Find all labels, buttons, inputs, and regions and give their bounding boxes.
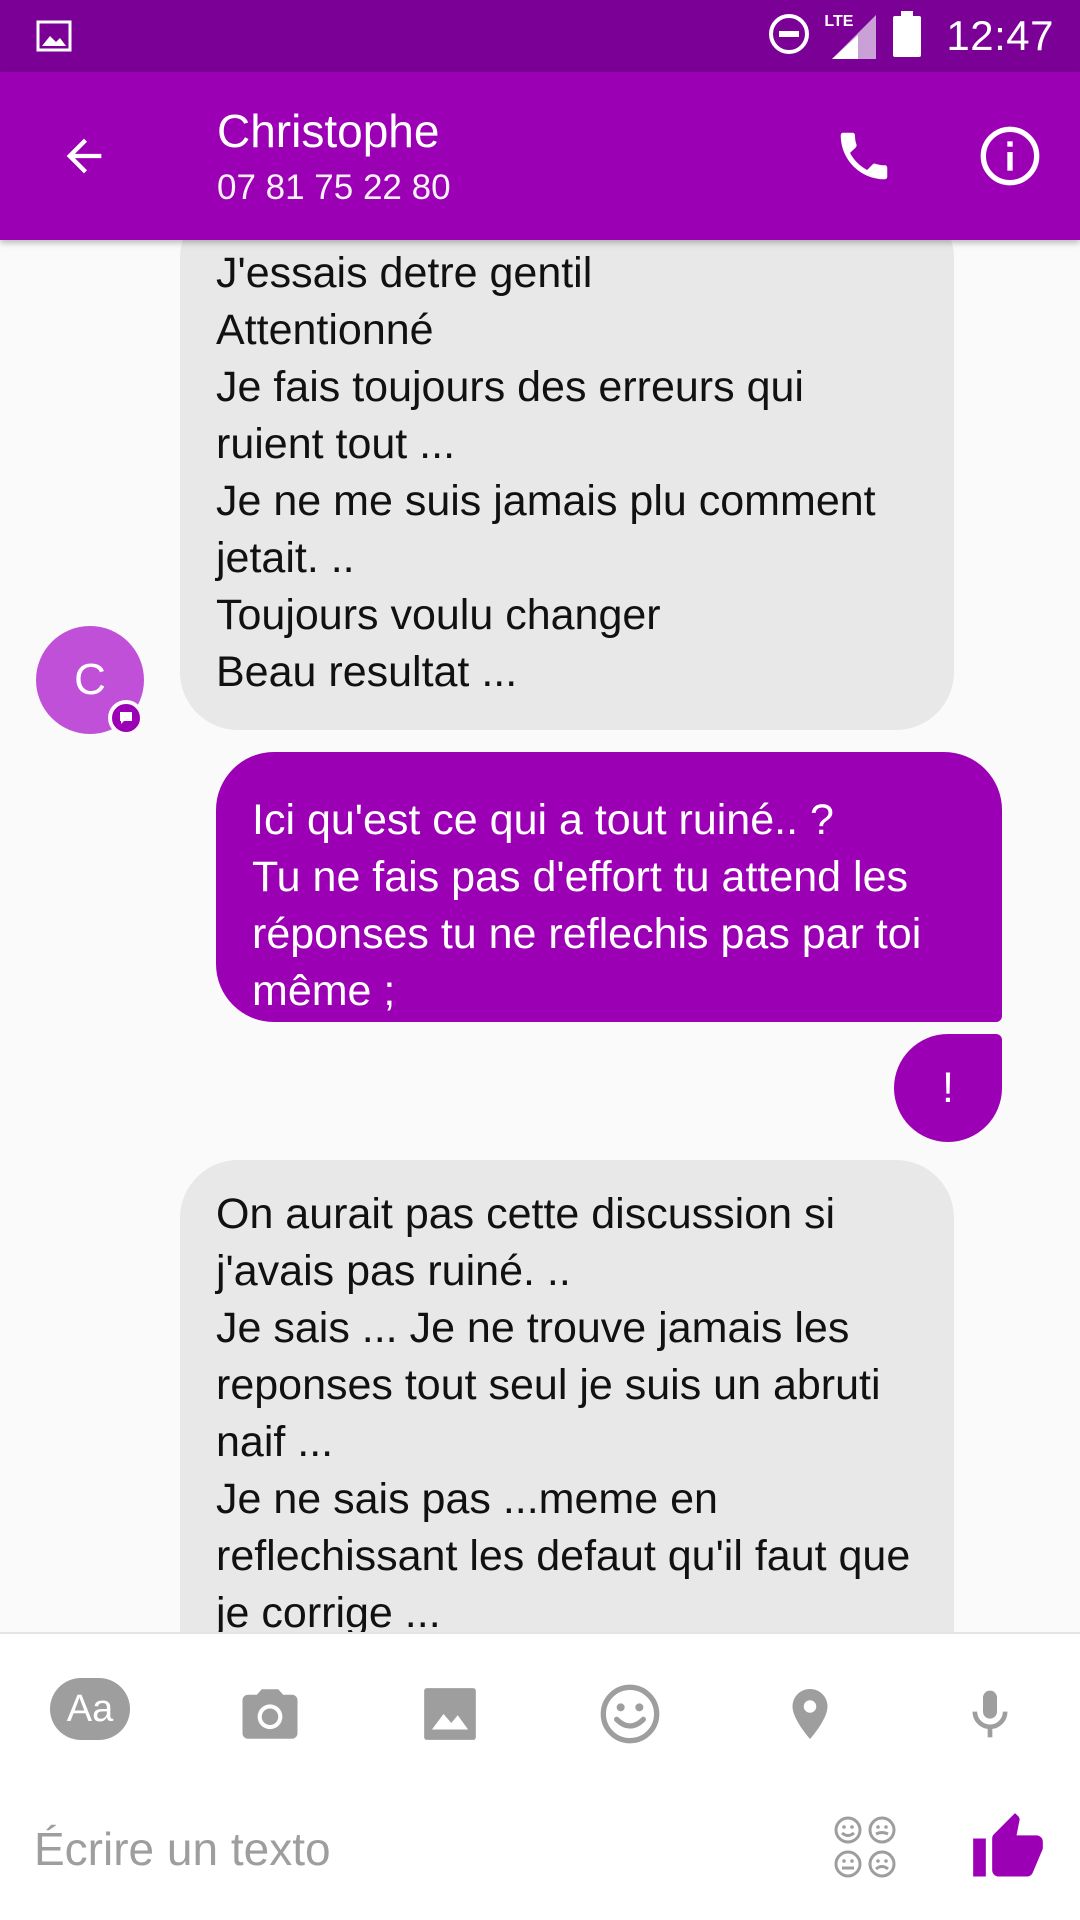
do-not-disturb-icon xyxy=(768,13,810,60)
back-button[interactable] xyxy=(50,122,118,190)
messenger-screen: LTE 12:47 Christophe 07 81 75 22 80 J'es… xyxy=(0,0,1080,1920)
location-button[interactable] xyxy=(770,1674,850,1754)
avatar-initial: C xyxy=(74,655,106,704)
messenger-badge-icon xyxy=(108,700,144,736)
text-format-button[interactable]: Aa xyxy=(50,1678,130,1740)
info-icon xyxy=(980,126,1040,186)
microphone-icon xyxy=(972,1690,1008,1738)
arrow-left-icon xyxy=(66,138,102,174)
location-pin-icon xyxy=(792,1689,828,1739)
status-time: 12:47 xyxy=(946,12,1054,59)
contact-name[interactable]: Christophe xyxy=(217,104,439,158)
camera-icon xyxy=(242,1689,298,1739)
sticker-button[interactable] xyxy=(832,1814,898,1880)
info-button[interactable] xyxy=(972,118,1048,194)
outgoing-message-bubble[interactable]: Ici qu'est ce qui a tout ruiné.. ? Tu ne… xyxy=(216,752,1002,1022)
message-list[interactable]: J'essais detre gentil Attentionné Je fai… xyxy=(0,240,1080,1632)
emoji-button[interactable] xyxy=(590,1674,670,1754)
contact-phone: 07 81 75 22 80 xyxy=(217,168,451,207)
network-type-label: LTE xyxy=(824,13,854,30)
image-notification-icon xyxy=(36,18,72,54)
voice-button[interactable] xyxy=(950,1674,1030,1754)
call-button[interactable] xyxy=(826,118,902,194)
incoming-message-bubble[interactable]: On aurait pas cette discussion si j'avai… xyxy=(180,1160,954,1632)
phone-icon xyxy=(840,132,888,180)
outgoing-message-bubble[interactable]: ! xyxy=(894,1034,1002,1142)
message-input[interactable] xyxy=(34,1804,794,1894)
status-icons: LTE 12:47 xyxy=(768,0,1054,72)
like-button[interactable] xyxy=(970,1810,1046,1886)
thumbs-up-icon xyxy=(973,1813,1043,1877)
image-icon xyxy=(424,1688,476,1740)
smiley-icon xyxy=(600,1684,660,1744)
gallery-button[interactable] xyxy=(410,1674,490,1754)
incoming-message-bubble[interactable]: J'essais detre gentil Attentionné Je fai… xyxy=(180,240,954,730)
message-composer: Aa xyxy=(0,1632,1080,1920)
lte-signal-icon: LTE xyxy=(824,11,878,61)
sticker-faces-icon xyxy=(834,1816,896,1878)
camera-button[interactable] xyxy=(230,1674,310,1754)
conversation-header: Christophe 07 81 75 22 80 xyxy=(0,72,1080,240)
battery-icon xyxy=(892,10,922,62)
status-bar: LTE 12:47 xyxy=(0,0,1080,72)
